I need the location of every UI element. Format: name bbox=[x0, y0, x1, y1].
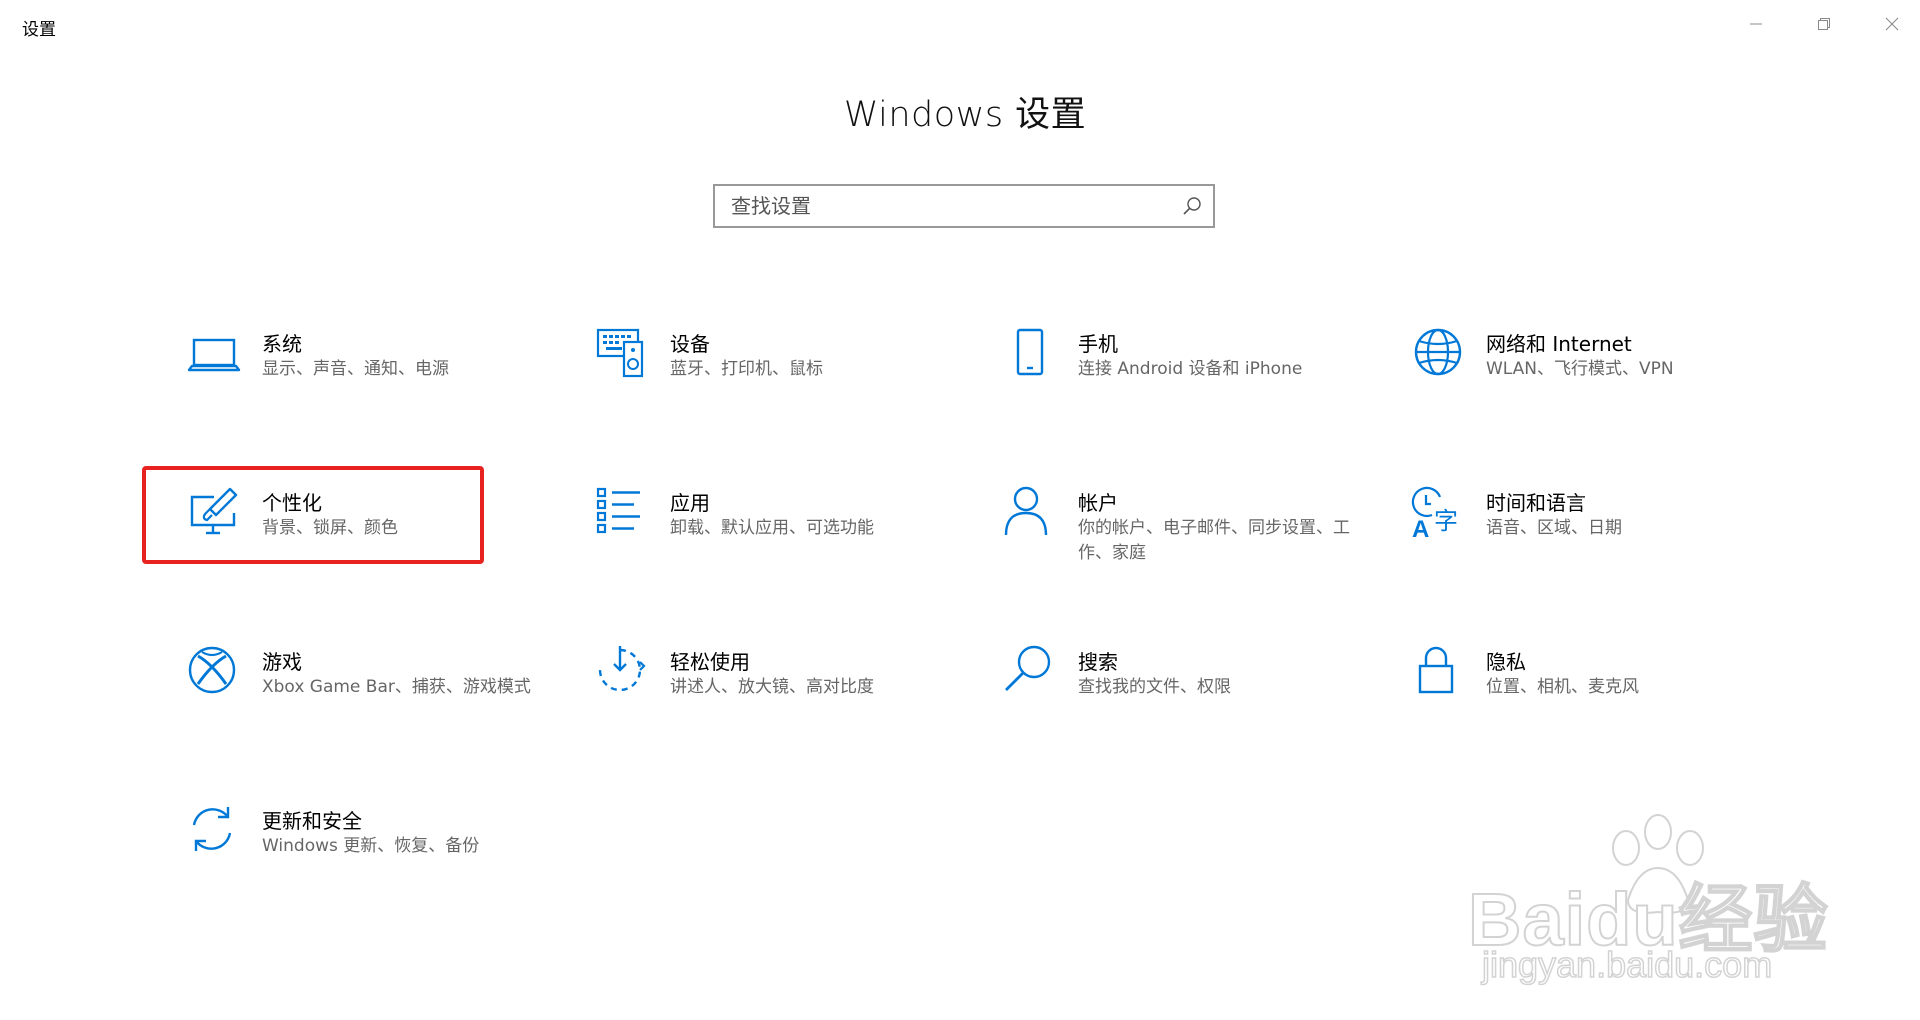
tile-ease-of-access[interactable]: 轻松使用 讲述人、放大镜、高对比度 bbox=[594, 644, 974, 744]
tile-update-security[interactable]: 更新和安全 Windows 更新、恢复、备份 bbox=[186, 803, 566, 903]
tile-title: 应用 bbox=[670, 491, 710, 515]
minimize-icon bbox=[1750, 23, 1762, 25]
close-icon bbox=[1885, 17, 1899, 31]
minimize-button[interactable] bbox=[1722, 0, 1790, 48]
time-language-icon: A 字 bbox=[1411, 486, 1458, 541]
tile-subtitle: 你的帐户、电子邮件、同步设置、工作、家庭 bbox=[1078, 518, 1350, 563]
tile-phone[interactable]: 手机 连接 Android 设备和 iPhone bbox=[1002, 326, 1382, 426]
apps-list-icon bbox=[596, 487, 640, 534]
search-box[interactable] bbox=[713, 184, 1215, 228]
tile-subtitle: Xbox Game Bar、捕获、游戏模式 bbox=[262, 677, 531, 697]
search-magnifier-icon bbox=[1005, 645, 1051, 691]
lock-icon bbox=[1418, 646, 1454, 694]
tile-network[interactable]: 网络和 Internet WLAN、飞行模式、VPN bbox=[1410, 326, 1790, 426]
tile-title: 游戏 bbox=[262, 650, 302, 674]
tile-title: 更新和安全 bbox=[262, 809, 362, 833]
ease-of-access-icon bbox=[598, 646, 646, 692]
search-icon[interactable] bbox=[1181, 195, 1203, 217]
tile-subtitle: WLAN、飞行模式、VPN bbox=[1486, 359, 1674, 379]
tile-search[interactable]: 搜索 查找我的文件、权限 bbox=[1002, 644, 1382, 744]
update-sync-icon bbox=[192, 807, 232, 851]
tile-accounts[interactable]: 帐户 你的帐户、电子邮件、同步设置、工作、家庭 bbox=[1002, 485, 1382, 585]
tile-title: 隐私 bbox=[1486, 650, 1526, 674]
tile-subtitle: 背景、锁屏、颜色 bbox=[262, 518, 398, 538]
tile-subtitle: 卸载、默认应用、可选功能 bbox=[670, 518, 874, 538]
page-title: Windows 设置 bbox=[843, 95, 1087, 135]
tile-title: 网络和 Internet bbox=[1486, 332, 1632, 356]
tile-personalization[interactable]: 个性化 背景、锁屏、颜色 bbox=[186, 485, 566, 585]
tile-title: 手机 bbox=[1078, 332, 1118, 356]
baidu-watermark: Baidu经验 jingyan.baidu.com bbox=[1467, 812, 1848, 992]
tile-subtitle: 语音、区域、日期 bbox=[1486, 518, 1622, 538]
search-input[interactable] bbox=[715, 186, 1171, 226]
title-bar: 设置 bbox=[0, 0, 1920, 48]
personalization-icon bbox=[190, 487, 238, 535]
tile-subtitle: 位置、相机、麦克风 bbox=[1486, 677, 1639, 697]
tile-title: 时间和语言 bbox=[1486, 491, 1586, 515]
person-icon bbox=[1004, 486, 1048, 536]
tile-title: 搜索 bbox=[1078, 650, 1118, 674]
tile-devices[interactable]: 设备 蓝牙、打印机、鼠标 bbox=[594, 326, 974, 426]
svg-text:A: A bbox=[1412, 516, 1429, 541]
tile-privacy[interactable]: 隐私 位置、相机、麦克风 bbox=[1410, 644, 1790, 744]
xbox-icon bbox=[188, 646, 236, 694]
tile-title: 帐户 bbox=[1078, 491, 1118, 515]
tile-subtitle: 显示、声音、通知、电源 bbox=[262, 359, 449, 379]
tile-subtitle: 蓝牙、打印机、鼠标 bbox=[670, 359, 823, 379]
tile-time-language[interactable]: A 字 时间和语言 语音、区域、日期 bbox=[1410, 485, 1790, 585]
tile-title: 个性化 bbox=[262, 491, 322, 515]
tile-system[interactable]: 系统 显示、声音、通知、电源 bbox=[186, 326, 566, 426]
tile-subtitle: 讲述人、放大镜、高对比度 bbox=[670, 677, 874, 697]
phone-icon bbox=[1016, 328, 1044, 376]
settings-window: 设置 Windows 设置 查找设置 系统 显示、声音、通知、电源 设备 蓝牙、… bbox=[0, 0, 1920, 1020]
restore-button[interactable] bbox=[1790, 0, 1858, 48]
tile-apps[interactable]: 应用 卸载、默认应用、可选功能 bbox=[594, 485, 974, 585]
watermark-url: jingyan.baidu.com bbox=[1481, 943, 1773, 986]
devices-icon bbox=[596, 328, 644, 378]
tile-title: 轻松使用 bbox=[670, 650, 750, 674]
tile-gaming[interactable]: 游戏 Xbox Game Bar、捕获、游戏模式 bbox=[186, 644, 566, 744]
tile-title: 系统 bbox=[262, 332, 302, 356]
tile-subtitle: 查找我的文件、权限 bbox=[1078, 677, 1231, 697]
close-button[interactable] bbox=[1858, 0, 1920, 48]
tile-subtitle: 连接 Android 设备和 iPhone bbox=[1078, 359, 1303, 379]
tile-title: 设备 bbox=[670, 332, 710, 356]
laptop-icon bbox=[187, 338, 241, 372]
globe-icon bbox=[1414, 328, 1462, 376]
svg-text:字: 字 bbox=[1434, 507, 1458, 535]
restore-icon bbox=[1818, 18, 1830, 30]
tile-subtitle: Windows 更新、恢复、备份 bbox=[262, 836, 480, 856]
window-title: 设置 bbox=[22, 20, 56, 40]
